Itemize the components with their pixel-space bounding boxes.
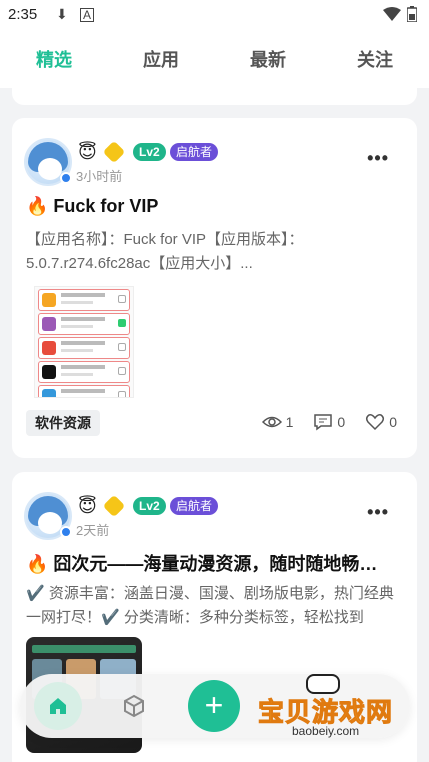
post-description[interactable]: ✔️ 资源丰富：涵盖日漫、国漫、剧场版电影，热门经典一网打尽！✔️ 分类清晰：多… <box>26 582 404 630</box>
tab-following[interactable]: 关注 <box>357 46 393 72</box>
tab-apps[interactable]: 应用 <box>143 46 179 72</box>
status-bar: 2:35 ⬇ A <box>0 0 429 30</box>
battery-icon <box>407 6 417 22</box>
cube-icon <box>124 694 144 718</box>
eye-icon <box>261 416 282 428</box>
post-stats: 1 0 0 <box>261 412 397 432</box>
create-post-button[interactable]: + <box>188 680 240 732</box>
nav-discover-button[interactable] <box>122 694 146 723</box>
home-icon <box>50 698 66 714</box>
tab-latest[interactable]: 最新 <box>250 46 286 72</box>
previous-post-card <box>12 80 417 105</box>
status-time: 2:35 <box>8 6 38 23</box>
user-title-badge: 启航者 <box>170 143 219 161</box>
gold-badge-icon <box>102 140 126 164</box>
post-card[interactable]: 😇 Lv2 启航者 3小时前 ••• 🔥 Fuck for VIP 【应用名称】… <box>12 118 417 458</box>
gold-badge-icon <box>102 494 126 518</box>
more-options-icon[interactable]: ••• <box>367 148 389 169</box>
download-icon: ⬇ <box>56 6 68 22</box>
watermark-url: baobeiy.com <box>292 724 360 738</box>
verified-icon <box>60 172 72 184</box>
likes-count: 0 <box>389 414 397 430</box>
font-icon: A <box>80 8 95 22</box>
views-stat: 1 <box>261 412 294 432</box>
post-thumbnail[interactable] <box>34 286 134 398</box>
tab-featured[interactable]: 精选 <box>36 46 72 72</box>
wifi-icon <box>383 7 401 21</box>
comment-icon <box>314 414 333 431</box>
heart-icon <box>366 414 385 431</box>
post-time: 3小时前 <box>76 169 123 184</box>
post-title[interactable]: 🔥 囧次元——海量动漫资源，随时随地畅… <box>26 550 402 576</box>
more-options-icon[interactable]: ••• <box>367 502 389 523</box>
category-tag[interactable]: 软件资源 <box>26 410 100 436</box>
verified-icon <box>60 526 72 538</box>
level-badge: Lv2 <box>133 143 166 161</box>
angel-emoji-icon: 😇 <box>78 142 97 162</box>
level-badge: Lv2 <box>133 497 166 515</box>
site-watermark: 宝贝游戏网 baobeiy.com <box>252 672 412 742</box>
nav-home-button[interactable] <box>34 682 82 730</box>
post-description[interactable]: 【应用名称】：Fuck for VIP【应用版本】：5.0.7.r274.6fc… <box>26 228 404 276</box>
gamepad-icon <box>306 674 340 694</box>
comments-stat[interactable]: 0 <box>313 412 345 432</box>
post-time: 2天前 <box>76 523 110 538</box>
comments-count: 0 <box>337 414 346 430</box>
likes-stat[interactable]: 0 <box>365 412 397 432</box>
user-title-badge: 启航者 <box>170 497 219 515</box>
views-count: 1 <box>285 414 294 430</box>
post-title[interactable]: 🔥 Fuck for VIP <box>26 196 402 217</box>
angel-emoji-icon: 😇 <box>78 496 97 516</box>
